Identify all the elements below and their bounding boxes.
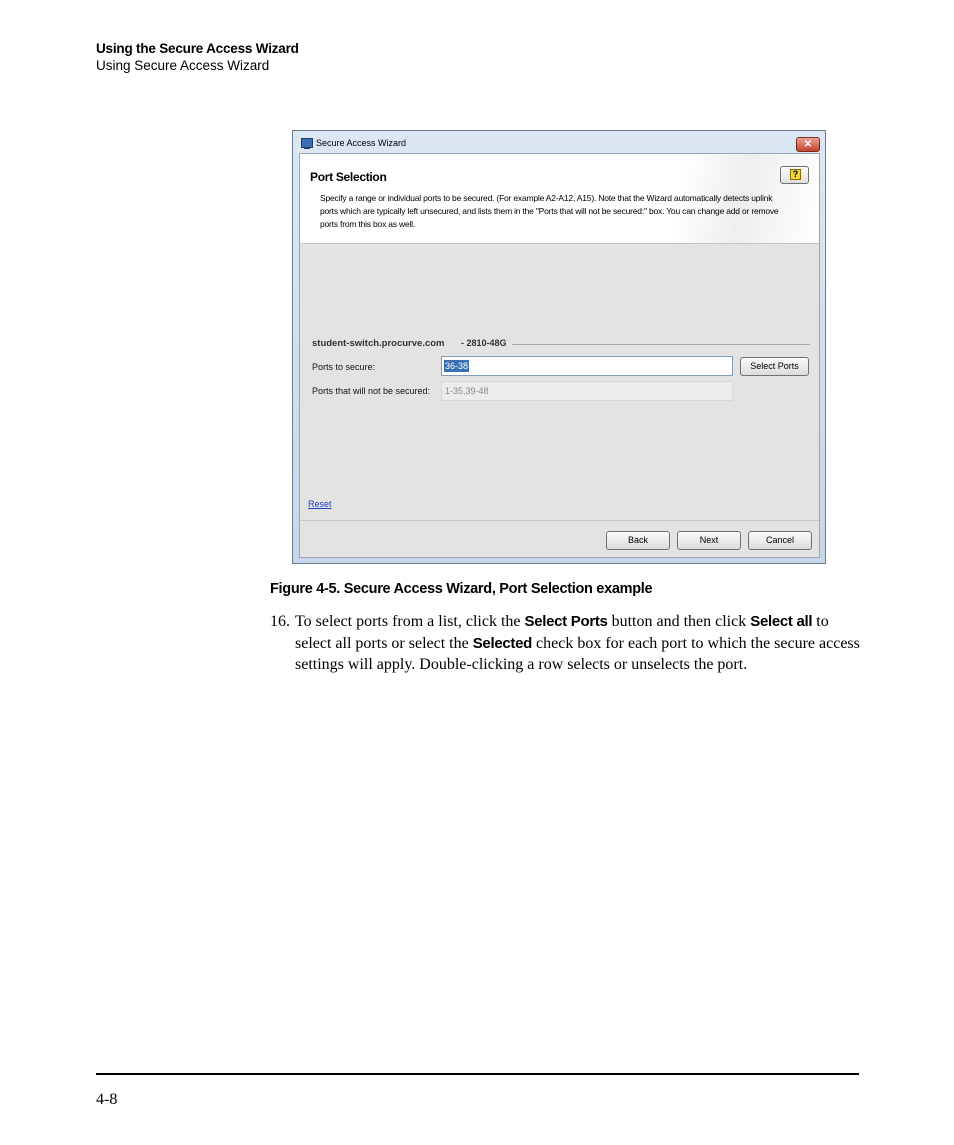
step-bold-select-ports: Select Ports — [524, 613, 608, 630]
running-header-title: Using the Secure Access Wizard — [96, 41, 299, 56]
next-button[interactable]: Next — [677, 531, 741, 550]
step-number: 16. — [270, 613, 290, 630]
ports-not-secured-field: 1-35,39-48 — [441, 381, 733, 401]
window-titlebar: Secure Access Wizard ✕ — [293, 131, 825, 153]
reset-link[interactable]: Reset — [308, 499, 332, 509]
group-separator — [512, 344, 810, 345]
page-number: 4-8 — [96, 1091, 118, 1108]
secure-access-wizard-window: Secure Access Wizard ✕ Port Selection Sp… — [292, 130, 826, 564]
select-ports-button[interactable]: Select Ports — [740, 357, 809, 376]
close-button[interactable]: ✕ — [796, 137, 820, 152]
step-bold-selected: Selected — [472, 634, 533, 652]
step-16: 16. To select ports from a list, click t… — [270, 611, 860, 676]
wizard-client-area: Port Selection Specify a range or indivi… — [299, 153, 820, 558]
window-title: Secure Access Wizard — [316, 138, 407, 148]
step-text: To select ports from a list, click the S… — [295, 611, 860, 676]
running-header-subtitle: Using Secure Access Wizard — [96, 58, 270, 73]
step-text-part: To select ports from a list, click the — [295, 613, 525, 630]
switch-name: student-switch.procurve.com — [312, 338, 445, 349]
figure-caption: Figure 4-5. Secure Access Wizard, Port S… — [270, 581, 653, 597]
back-button[interactable]: Back — [606, 531, 670, 550]
ports-not-secured-label: Ports that will not be secured: — [312, 386, 431, 396]
cancel-button[interactable]: Cancel — [748, 531, 812, 550]
monitor-icon — [301, 138, 313, 149]
wizard-banner: Port Selection Specify a range or indivi… — [300, 154, 819, 244]
step-text-part: button and then click — [607, 613, 751, 630]
step-bold-select-all: Select all — [750, 613, 813, 630]
ports-to-secure-label: Ports to secure: — [312, 362, 376, 372]
footer-rule — [96, 1073, 859, 1075]
switch-model: - 2810-48G — [461, 338, 507, 348]
banner-description: Specify a range or individual ports to b… — [320, 193, 779, 229]
help-button[interactable]: ? — [780, 166, 809, 184]
help-icon: ? — [790, 169, 801, 180]
banner-title: Port Selection — [310, 170, 387, 184]
ports-to-secure-value: 36-38 — [444, 360, 470, 372]
ports-to-secure-input[interactable]: 36-38 — [441, 356, 733, 376]
button-bar-separator — [300, 520, 819, 521]
